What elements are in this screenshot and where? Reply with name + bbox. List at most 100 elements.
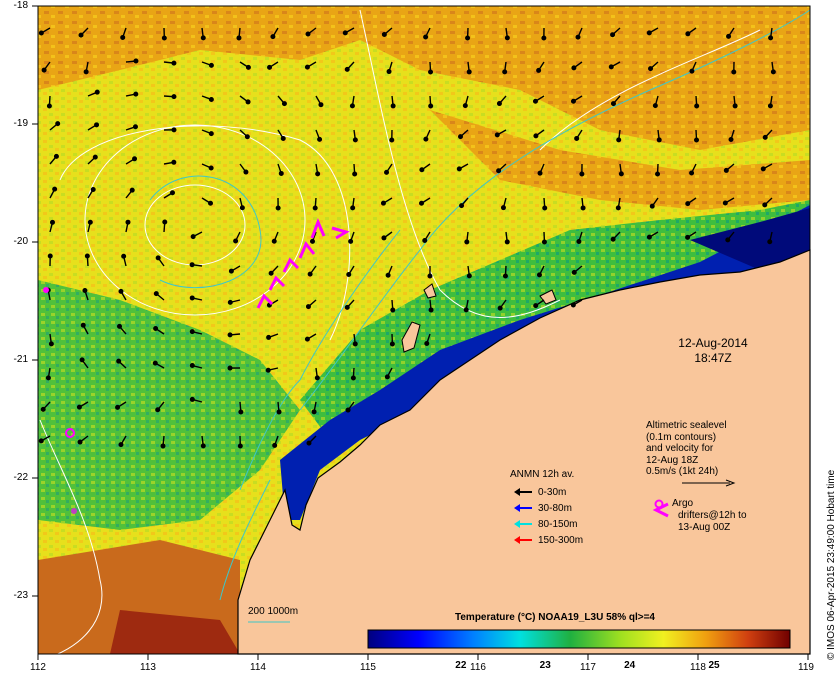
velocity-arrow-head xyxy=(281,101,287,107)
velocity-arrow-head xyxy=(497,305,503,311)
velocity-arrow-head xyxy=(208,165,214,171)
velocity-arrow-head xyxy=(541,239,547,245)
velocity-arrow-head xyxy=(117,323,123,329)
velocity-arrow-head xyxy=(381,235,387,241)
velocity-arrow-head xyxy=(646,30,652,36)
velocity-arrow-head xyxy=(244,134,250,140)
velocity-arrow-head xyxy=(125,219,131,225)
velocity-arrow-head xyxy=(537,170,543,176)
colorbar-title: Temperature (°C) NOAA19_L3U 58% ql>=4 xyxy=(455,612,655,623)
anmn-item: 80-150m xyxy=(514,519,577,531)
velocity-arrow-head xyxy=(312,205,318,211)
velocity-arrow-head xyxy=(116,358,122,364)
velocity-arrow-head xyxy=(228,268,234,274)
velocity-arrow-head xyxy=(423,34,429,40)
velocity-arrow-head xyxy=(171,60,177,66)
velocity-arrow-head xyxy=(53,153,59,159)
velocity-arrow-head xyxy=(767,103,773,109)
velocity-arrow-head xyxy=(504,239,510,245)
velocity-arrow-head xyxy=(380,200,386,206)
velocity-arrow-head xyxy=(304,336,310,342)
velocity-arrow-head xyxy=(456,166,462,172)
velocity-arrow-head xyxy=(346,272,352,278)
velocity-arrow-head xyxy=(79,357,85,363)
velocity-arrow-head xyxy=(115,404,121,410)
velocity-arrow-head xyxy=(118,442,124,448)
velocity-arrow-head xyxy=(239,205,245,211)
y-tick: -18 xyxy=(13,0,28,11)
velocity-arrow-head xyxy=(189,363,195,369)
velocity-arrow-head xyxy=(618,171,624,177)
velocity-arrow-head xyxy=(280,136,286,142)
velocity-arrow-head xyxy=(268,270,274,276)
velocity-arrow-head xyxy=(236,35,242,41)
velocity-arrow-head xyxy=(208,96,214,102)
velocity-arrow-head xyxy=(571,269,577,275)
anmn-item: 0-30m xyxy=(514,487,566,499)
velocity-arrow-head xyxy=(423,136,429,142)
velocity-arrow-head xyxy=(760,166,766,172)
velocity-arrow-head xyxy=(725,237,731,243)
drifters-label-2: 13-Aug 00Z xyxy=(678,522,731,533)
velocity-arrow-head xyxy=(541,35,547,41)
velocity-arrow-head xyxy=(616,137,622,143)
velocity-arrow-head xyxy=(94,122,100,128)
drifter-dot xyxy=(43,287,49,293)
velocity-arrow-head xyxy=(305,31,311,37)
velocity-arrow-head xyxy=(265,367,271,373)
velocity-arrow-head xyxy=(502,69,508,75)
velocity-arrow-head xyxy=(80,322,86,328)
velocity-arrow-head xyxy=(570,302,576,308)
velocity-arrow-head xyxy=(307,271,313,277)
velocity-arrow-head xyxy=(94,89,100,95)
velocity-arrow-head xyxy=(121,253,127,259)
velocity-arrow-head xyxy=(153,326,159,332)
anmn-item: 150-300m xyxy=(514,535,583,547)
velocity-arrow-head xyxy=(270,34,276,40)
velocity-arrow-head xyxy=(466,273,472,279)
velocity-arrow-head xyxy=(171,94,177,100)
velocity-arrow-head xyxy=(608,64,614,70)
velocity-arrow-head xyxy=(227,365,233,371)
velocity-arrow-head xyxy=(271,238,277,244)
arrow-icon xyxy=(514,504,532,513)
y-tick: -23 xyxy=(13,590,28,601)
velocity-arrow-head xyxy=(731,69,737,75)
velocity-arrow-head xyxy=(726,33,732,39)
velocity-arrow-head xyxy=(728,137,734,143)
velocity-arrow-head xyxy=(689,68,695,74)
velocity-arrow-head xyxy=(133,58,139,64)
timestamp-time: 18:47Z xyxy=(694,351,732,365)
velocity-arrow-head xyxy=(342,30,348,36)
velocity-arrow-head xyxy=(84,253,90,259)
velocity-arrow-head xyxy=(767,239,773,245)
velocity-arrow-head xyxy=(352,137,358,143)
velocity-arrow-head xyxy=(464,239,470,245)
altimetry-legend: Altimetric sealevel (0.1m contours) and … xyxy=(646,420,727,478)
velocity-arrow-head xyxy=(55,121,61,127)
velocity-arrow-head xyxy=(465,35,471,41)
velocity-arrow-head xyxy=(349,103,355,109)
velocity-arrow-head xyxy=(350,205,356,211)
x-tick: 116 xyxy=(470,662,486,673)
velocity-arrow-head xyxy=(459,203,465,209)
y-tick: -21 xyxy=(13,354,28,365)
velocity-arrow-head xyxy=(502,273,508,279)
velocity-arrow-head xyxy=(129,187,135,193)
velocity-arrow-head xyxy=(381,31,387,37)
colorbar-tick: 22 xyxy=(455,660,467,671)
altimetry-line: 0.5m/s (1kt 24h) xyxy=(646,466,719,477)
velocity-arrow-head xyxy=(92,154,98,160)
velocity-arrow-head xyxy=(272,442,278,448)
argo-float-2 xyxy=(71,508,77,514)
velocity-arrow-head xyxy=(161,35,167,41)
velocity-arrow-head xyxy=(762,134,768,140)
x-tick: 119 xyxy=(798,662,814,673)
velocity-arrow-head xyxy=(428,103,434,109)
velocity-arrow-head xyxy=(352,171,358,177)
colorbar-tick: 23 xyxy=(539,660,551,671)
velocity-arrow-head xyxy=(245,64,251,70)
velocity-arrow-head xyxy=(275,205,281,211)
velocity-arrow-head xyxy=(419,167,425,173)
velocity-arrow-head xyxy=(532,98,538,104)
